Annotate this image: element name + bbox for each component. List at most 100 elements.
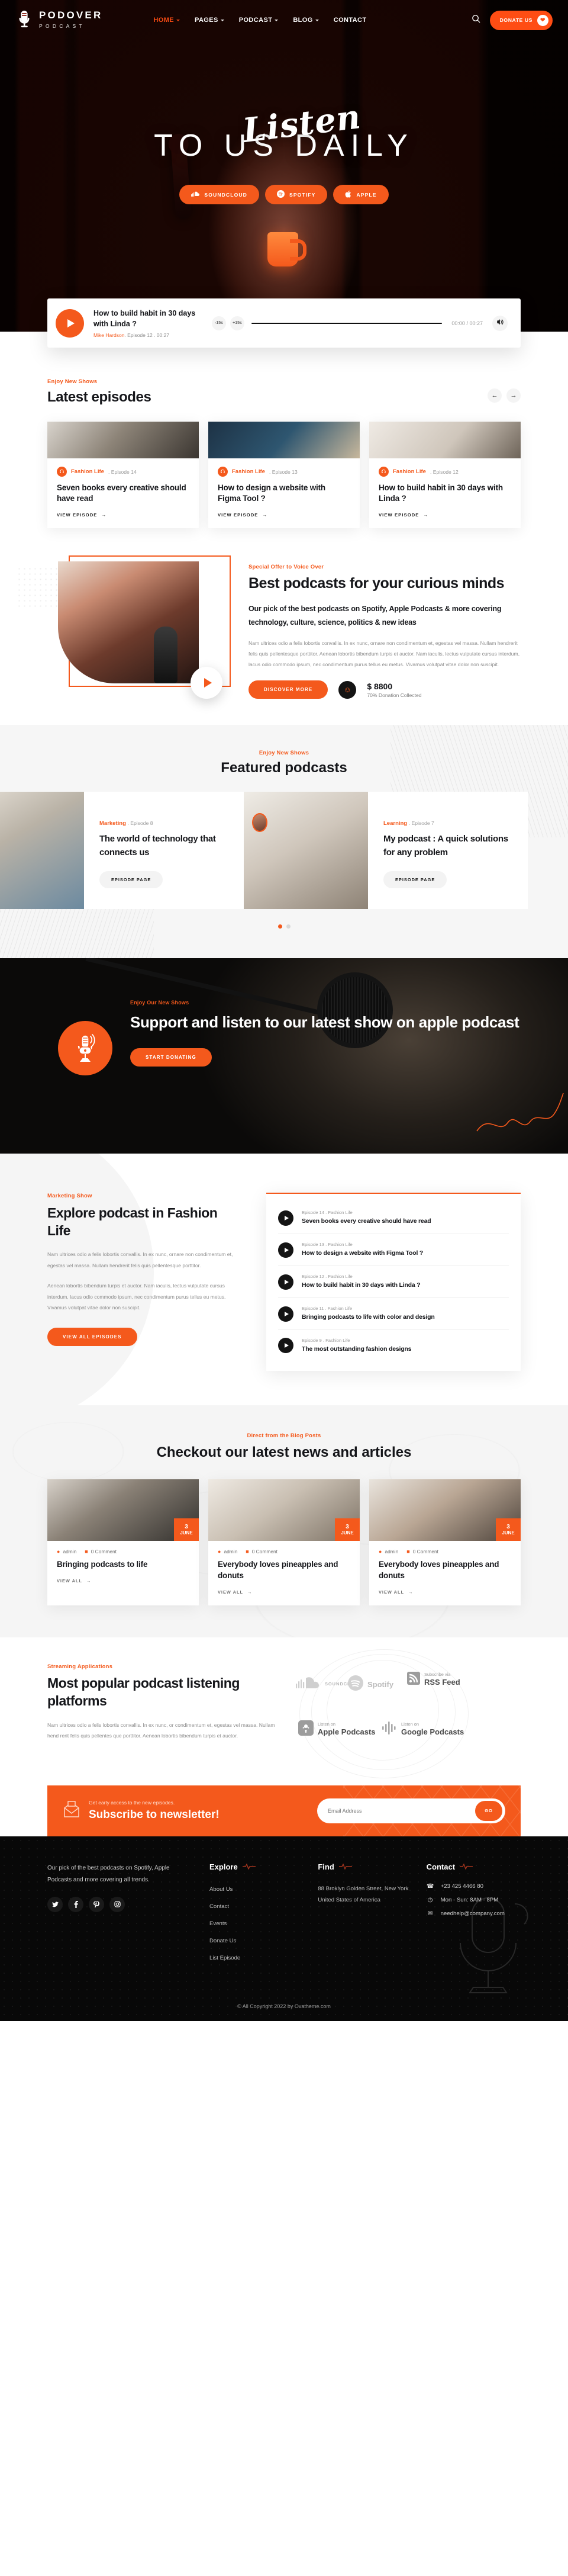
progress-slider[interactable] <box>251 322 443 324</box>
subscribe-button[interactable]: GO <box>475 1800 502 1821</box>
featured-episode: . Episode 8 <box>127 820 153 827</box>
pulse-icon <box>338 1864 352 1870</box>
view-episode-link[interactable]: VIEW EPISODE → <box>379 512 511 518</box>
featured-card[interactable]: Marketing . Episode 8 The world of techn… <box>0 792 244 910</box>
blog-card[interactable]: 3 JUNE ● admin ■ 0 Comment Bringing podcas… <box>47 1479 199 1605</box>
rss-feed-logo[interactable]: Subscribe via RSS Feed <box>407 1671 460 1688</box>
list-item[interactable]: Episode 11 . Fashion Life Bringing podca… <box>278 1298 509 1330</box>
blog-eyebrow: Direct from the Blog Posts <box>247 1432 321 1439</box>
play-icon <box>284 1279 289 1284</box>
brand-logo[interactable]: PODOVER PODCAST <box>15 9 102 31</box>
latest-carousel-controls: ← → <box>488 388 521 403</box>
footer-link-events[interactable]: Events <box>209 1920 227 1927</box>
footer-link-about-us[interactable]: About Us <box>209 1886 233 1893</box>
nav-item-contact[interactable]: CONTACT <box>334 17 367 24</box>
episode-page-button[interactable]: EPISODE PAGE <box>99 871 163 889</box>
episode-page-button[interactable]: EPISODE PAGE <box>383 871 447 889</box>
blog-card[interactable]: 3 JUNE ● admin ■ 0 Comment Everybody loves… <box>208 1479 360 1605</box>
nav-item-home[interactable]: HOME <box>153 17 180 24</box>
facebook-icon[interactable] <box>68 1896 83 1912</box>
blog-date-month: JUNE <box>341 1530 354 1536</box>
view-episode-link[interactable]: VIEW EPISODE → <box>218 512 350 518</box>
play-button[interactable] <box>278 1338 293 1354</box>
view-all-link[interactable]: VIEW ALL → <box>208 1582 360 1605</box>
footer-email-row[interactable]: ✉ needhelp@company.com <box>427 1910 521 1917</box>
google-podcasts-logo[interactable]: Listen on Google Podcasts <box>382 1720 464 1739</box>
apple-button[interactable]: APPLE <box>333 185 389 204</box>
support-copy: Enjoy Our New Shows Support and listen t… <box>130 995 519 1067</box>
episode-card[interactable]: Fashion Life . Episode 14 Seven books ev… <box>47 422 199 529</box>
featured-card[interactable]: Learning . Episode 7 My podcast : A quic… <box>244 792 528 910</box>
pagination-dot-2[interactable] <box>286 924 291 929</box>
play-icon <box>284 1311 289 1316</box>
pinterest-icon[interactable] <box>89 1896 104 1912</box>
arrow-left-icon[interactable]: ← <box>488 388 502 403</box>
google-podcasts-icon <box>382 1720 397 1739</box>
platforms-copy: Streaming Applications Most popular podc… <box>47 1663 278 1741</box>
search-icon[interactable] <box>472 14 480 26</box>
user-icon: ● <box>57 1549 60 1555</box>
forward-15-button[interactable]: +15s <box>230 316 244 330</box>
blog-card[interactable]: 3 JUNE ● admin ■ 0 Comment Everybody loves… <box>369 1479 521 1605</box>
user-icon: ● <box>218 1549 221 1555</box>
arrow-right-icon: → <box>86 1578 92 1583</box>
episode-title: How to build habit in 30 days with Linda… <box>379 483 503 503</box>
footer-link-donate-us[interactable]: Donate Us <box>209 1938 236 1944</box>
spotify-logo[interactable]: Spotify <box>348 1675 393 1694</box>
footer-phone-row[interactable]: ☎ +23 425 4466 80 <box>427 1883 521 1890</box>
player-meta: How to build habit in 30 days with Linda… <box>93 308 201 338</box>
episode-card[interactable]: Fashion Life . Episode 13 How to design … <box>208 422 360 529</box>
featured-eyebrow: Enjoy New Shows <box>259 750 309 757</box>
soundcloud-button[interactable]: SOUNDCLOUD <box>179 185 259 204</box>
footer-link-list-episode[interactable]: List Episode <box>209 1955 240 1961</box>
play-button[interactable] <box>278 1306 293 1322</box>
play-button[interactable] <box>56 309 84 338</box>
list-item[interactable]: Episode 12 . Fashion Life How to build h… <box>278 1266 509 1299</box>
blog-date-day: 3 <box>185 1523 188 1530</box>
list-item[interactable]: Episode 13 . Fashion Life How to design … <box>278 1234 509 1267</box>
discover-more-button[interactable]: DISCOVER MORE <box>248 680 328 699</box>
list-item[interactable]: Episode 14 . Fashion Life Seven books ev… <box>278 1202 509 1235</box>
view-episode-link[interactable]: VIEW EPISODE → <box>57 512 189 518</box>
nav-item-podcast[interactable]: PODCAST <box>239 17 279 24</box>
rewind-15-button[interactable]: -15s <box>212 316 226 330</box>
view-all-link[interactable]: VIEW ALL → <box>369 1582 521 1605</box>
episode-card[interactable]: Fashion Life . Episode 12 How to build h… <box>369 422 521 529</box>
nav-label: HOME <box>153 17 175 24</box>
user-icon: ● <box>379 1549 382 1555</box>
spotify-icon <box>348 1675 363 1694</box>
volume-button[interactable] <box>492 315 508 331</box>
instagram-icon[interactable] <box>109 1896 125 1912</box>
rss-label: RSS Feed <box>424 1677 460 1687</box>
apple-podcasts-logo[interactable]: Listen on Apple Podcasts <box>298 1720 376 1739</box>
latest-eyebrow: Enjoy New Shows <box>47 378 98 386</box>
footer-link-contact[interactable]: Contact <box>209 1903 229 1910</box>
mail-icon: ✉ <box>427 1910 433 1917</box>
best-paragraph: Nam ultrices odio a felis lobortis conva… <box>248 640 520 668</box>
blog-meta: ● admin ■ 0 Comment <box>47 1541 199 1554</box>
play-button[interactable] <box>278 1210 293 1226</box>
play-icon <box>204 678 212 688</box>
play-icon <box>284 1215 289 1220</box>
nav-item-pages[interactable]: PAGES <box>195 17 224 24</box>
donate-button[interactable]: DONATE US ❤ <box>489 10 553 30</box>
view-all-link[interactable]: VIEW ALL → <box>47 1570 199 1594</box>
pagination-dot-1[interactable] <box>277 924 282 929</box>
comment-icon: ■ <box>85 1549 88 1555</box>
brand-text: PODOVER PODCAST <box>39 10 102 30</box>
play-button[interactable] <box>278 1242 293 1258</box>
view-all-episodes-button[interactable]: VIEW ALL EPISODES <box>47 1327 137 1346</box>
start-donating-button[interactable]: START DONATING <box>130 1048 212 1067</box>
play-video-button[interactable] <box>191 667 222 699</box>
nav-item-blog[interactable]: BLOG <box>293 17 319 24</box>
list-item[interactable]: Episode 9 . Fashion Life The most outsta… <box>278 1330 509 1361</box>
hero-content: Listen TO US DAILY SOUNDCLOUD SPOTIFY AP… <box>0 97 568 204</box>
nav-label: PODCAST <box>238 17 273 24</box>
twitter-icon[interactable] <box>47 1896 63 1912</box>
player-skip-controls: -15s +15s <box>212 316 244 330</box>
email-input[interactable] <box>328 1807 475 1814</box>
play-button[interactable] <box>278 1274 293 1290</box>
newsletter-zone: Get early access to the new episodes. Su… <box>0 1775 568 1836</box>
arrow-right-icon[interactable]: → <box>506 388 521 403</box>
spotify-button[interactable]: SPOTIFY <box>264 185 328 204</box>
